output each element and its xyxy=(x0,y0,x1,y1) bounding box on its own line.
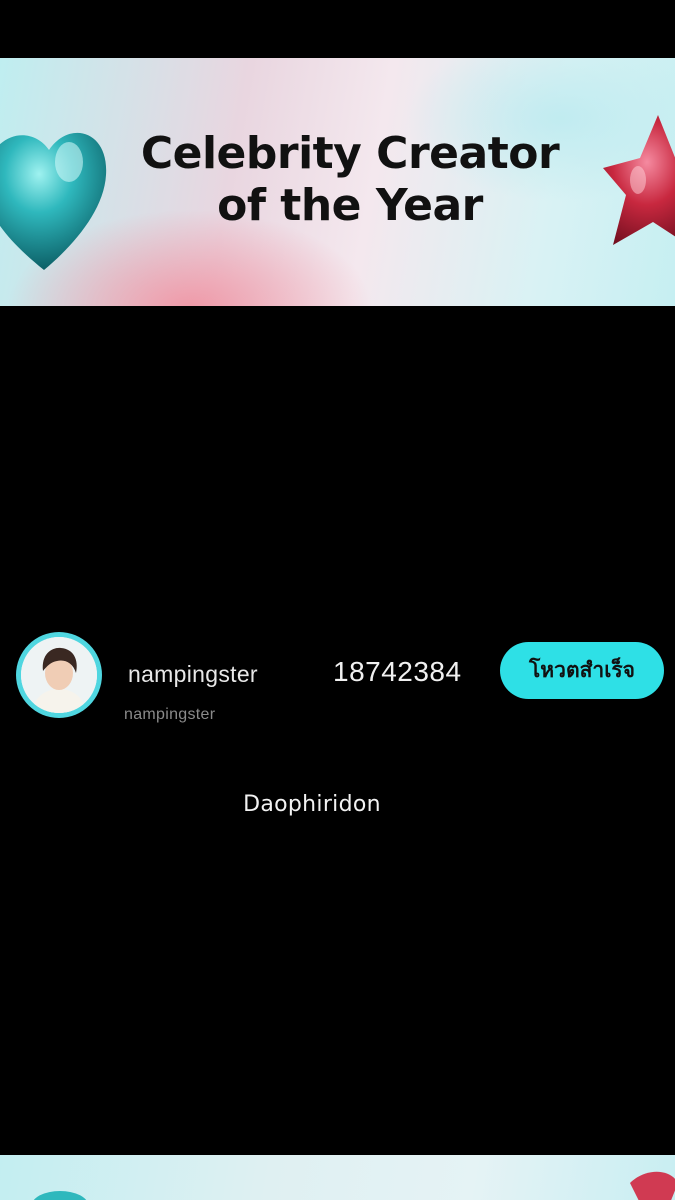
username: nampingster xyxy=(124,706,216,723)
display-name: nampingster xyxy=(128,661,258,687)
avatar[interactable] xyxy=(16,632,102,718)
award-banner: Celebrity Creator of the Year xyxy=(0,58,675,306)
vote-count: 18742384 xyxy=(333,656,462,687)
screen: Celebrity Creator of the Year nampingste… xyxy=(0,0,675,1200)
vote-button[interactable]: โหวตสำเร็จ xyxy=(500,642,664,699)
leaderboard-row: nampingster nampingster 18742384 โหวตสำเ… xyxy=(0,628,675,728)
heart-icon xyxy=(33,1191,87,1200)
award-banner-bottom xyxy=(0,1155,675,1200)
watermark: Daophiridon xyxy=(243,792,381,817)
star-icon xyxy=(630,1171,675,1200)
avatar-photo xyxy=(21,637,97,713)
banner-title-line1: Celebrity Creator xyxy=(140,128,560,179)
banner-title: Celebrity Creator of the Year xyxy=(0,128,675,232)
star-icon xyxy=(603,115,675,245)
banner-title-line2: of the Year xyxy=(217,180,483,231)
